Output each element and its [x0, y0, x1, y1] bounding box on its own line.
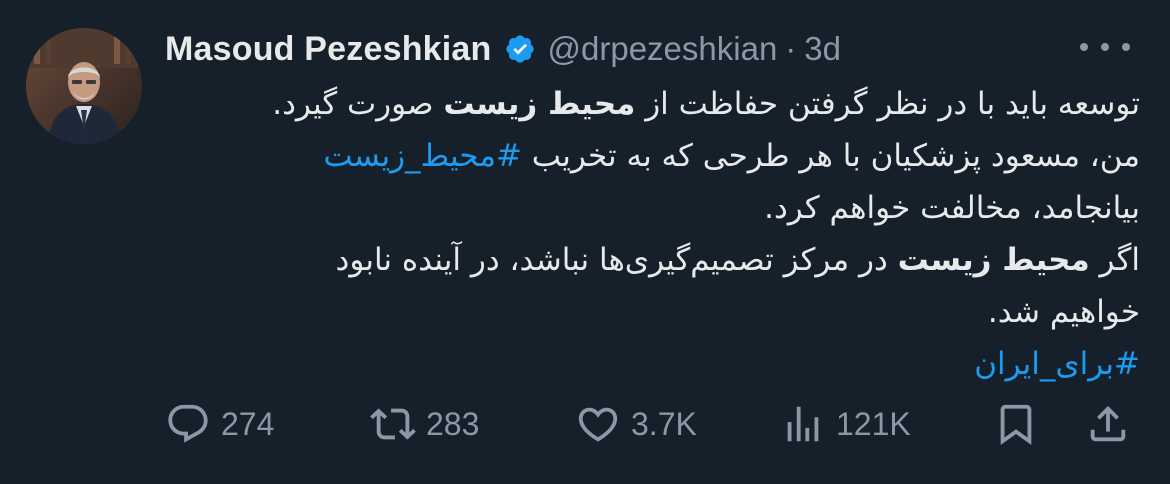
hashtag-link[interactable]: #برای_ایران: [974, 346, 1140, 382]
tweet-header: Masoud Pezeshkian @drpezeshkian · 3d: [165, 24, 1130, 74]
retweet-count: 283: [426, 405, 480, 442]
verified-badge-icon: [504, 33, 536, 65]
bold-phrase: محیط زیست: [443, 86, 636, 122]
tweet-line-6: #برای_ایران: [160, 338, 1140, 390]
author-name[interactable]: Masoud Pezeshkian: [165, 30, 492, 69]
reply-icon: [165, 401, 211, 447]
action-bar: 274 283 3.7K 121K: [165, 398, 1140, 450]
reply-button[interactable]: 274: [165, 398, 274, 450]
bold-phrase: محیط زیست: [897, 242, 1090, 278]
share-icon: [1085, 401, 1131, 447]
share-button[interactable]: [1085, 398, 1131, 450]
bookmark-icon: [993, 401, 1039, 447]
retweet-button[interactable]: 283: [370, 398, 479, 450]
like-count: 3.7K: [631, 405, 697, 442]
bookmark-button[interactable]: [993, 398, 1039, 450]
more-icon[interactable]: [1080, 32, 1130, 62]
views-count: 121K: [836, 405, 911, 442]
views-icon: [780, 401, 826, 447]
tweet-line-3: بیانجامد، مخالفت خواهم کرد.: [764, 190, 1140, 226]
reply-count: 274: [221, 405, 275, 442]
heart-icon: [575, 401, 621, 447]
avatar[interactable]: [26, 28, 142, 144]
tweet-line-4: اگر محیط زیست در مرکز تصمیم‌گیری‌ها نباش…: [335, 242, 1140, 278]
hashtag-link[interactable]: #محیط_زیست: [323, 138, 522, 174]
like-button[interactable]: 3.7K: [575, 398, 697, 450]
author-handle[interactable]: @drpezeshkian: [548, 30, 778, 68]
tweet-text: توسعه باید با در نظر گرفتن حفاظت از محیط…: [160, 78, 1140, 390]
tweet-timestamp[interactable]: 3d: [804, 30, 841, 68]
tweet-line-1: توسعه باید با در نظر گرفتن حفاظت از محیط…: [272, 86, 1140, 122]
tweet-line-5: خواهیم شد.: [987, 294, 1140, 330]
retweet-icon: [370, 401, 416, 447]
header-separator: ·: [785, 30, 797, 67]
views-button[interactable]: 121K: [780, 398, 911, 450]
tweet-line-2: من، مسعود پزشکیان با هر طرحی که به تخریب…: [323, 138, 1140, 174]
tweet-card[interactable]: Masoud Pezeshkian @drpezeshkian · 3d توس…: [0, 0, 1170, 484]
